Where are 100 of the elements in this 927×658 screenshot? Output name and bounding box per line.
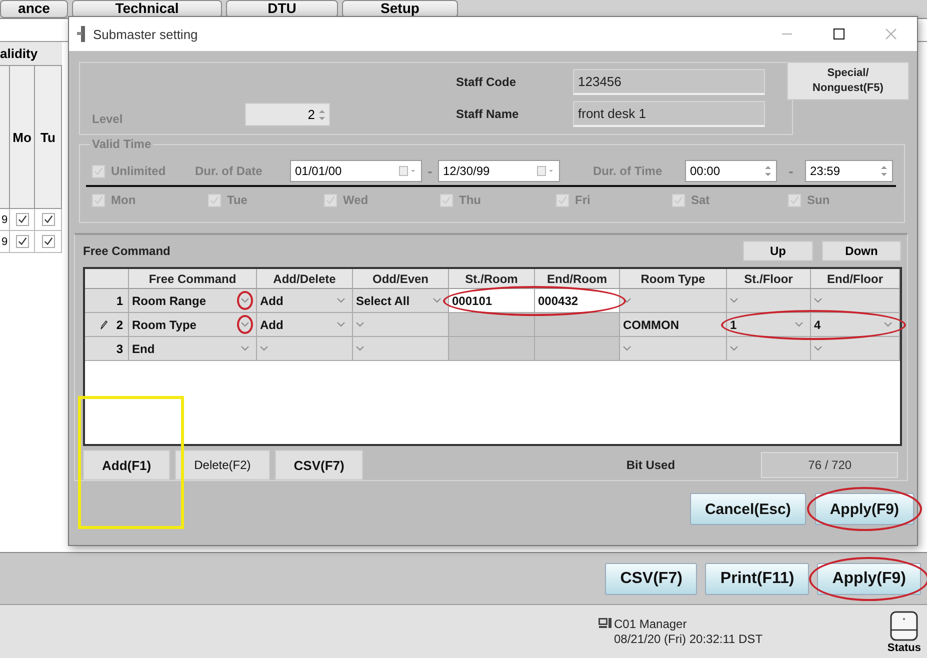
checkbox-label: Tue [227, 193, 248, 207]
toolbar-button[interactable]: Apply(F9) [817, 562, 921, 594]
column-header: St./Room [449, 269, 535, 289]
dropdown-cell[interactable] [727, 337, 811, 361]
bit-used-field: 76 / 720 [761, 452, 898, 478]
terminal-name: C01 Manager [614, 616, 688, 632]
dropdown-cell[interactable] [257, 337, 353, 361]
dropdown-cell[interactable] [727, 289, 811, 313]
input-cell[interactable]: 000432 [535, 289, 620, 313]
window-title: Submaster setting [93, 26, 198, 42]
chevron-down-icon [884, 322, 892, 327]
checkbox-label: Mon [111, 193, 136, 207]
range-dash: - [426, 163, 434, 179]
date-time: 08/21/20 (Fri) 20:32:11 DST [614, 632, 763, 646]
column-header: Add/Delete [257, 269, 353, 289]
checkbox[interactable] [42, 235, 54, 248]
calendar-icon[interactable] [399, 166, 417, 176]
chevron-down-icon [623, 298, 631, 303]
input-field[interactable]: front desk 1 [573, 101, 765, 127]
action-button[interactable]: Delete(F2) [175, 450, 270, 480]
column-header: End/Room [535, 269, 620, 289]
dropdown-cell[interactable]: End [129, 337, 257, 361]
action-button[interactable]: CSV(F7) [274, 450, 364, 480]
highlight-ellipse [237, 291, 253, 310]
up-button[interactable]: Up [743, 241, 813, 261]
panel-title: Free Command [83, 244, 170, 258]
column-header: Room Type [620, 269, 727, 289]
chevron-down-icon [730, 298, 738, 303]
dropdown-cell[interactable] [620, 337, 727, 361]
maximize-icon[interactable] [833, 28, 845, 40]
dropdown-cell[interactable] [353, 337, 449, 361]
checkbox[interactable] [16, 235, 28, 248]
row-number: 2 [116, 318, 123, 332]
chevron-down-icon [337, 322, 345, 327]
chevron-down-icon [433, 298, 441, 303]
tab[interactable]: ance [0, 0, 68, 18]
pencil-icon [100, 320, 108, 330]
range-dash: - [788, 163, 794, 179]
spinner-arrows-icon[interactable] [318, 108, 326, 122]
column-header: St./Floor [727, 269, 811, 289]
dropdown-cell[interactable]: Select All [353, 289, 449, 313]
input-field[interactable]: 123456 [573, 69, 765, 95]
spinner-arrows-icon[interactable] [764, 164, 772, 178]
chevron-down-icon [356, 322, 364, 327]
field-label: Dur. of Time [593, 164, 664, 178]
chevron-down-icon [356, 346, 364, 351]
field-label: Level [92, 112, 124, 126]
dropdown-cell[interactable]: 1 [727, 313, 811, 337]
chevron-down-icon [337, 298, 345, 303]
door-lock-icon [77, 26, 87, 42]
input-cell[interactable]: 000101 [449, 289, 535, 313]
dropdown-cell[interactable] [811, 337, 900, 361]
table-cell: 9 [0, 231, 10, 253]
group-legend: Valid Time [90, 137, 154, 151]
column-header: Tu [35, 66, 62, 209]
row-number: 1 [116, 294, 123, 308]
field-label: Bit Used [626, 458, 676, 472]
checkbox[interactable] [16, 213, 28, 226]
computer-icon [598, 616, 612, 628]
column-header: Free Command [129, 269, 257, 289]
chevron-down-icon [814, 298, 822, 303]
toolbar-button[interactable]: CSV(F7) [605, 562, 698, 594]
chevron-down-icon [795, 322, 803, 327]
dropdown-cell[interactable]: Room Type [129, 313, 257, 337]
table-header: alidity [0, 42, 62, 66]
down-button[interactable]: Down [822, 241, 901, 261]
field-label: Dur. of Date [195, 164, 264, 178]
column-header: Mo [10, 66, 35, 209]
status-label: Status [887, 642, 921, 654]
checkbox-label: Thu [459, 193, 481, 207]
spinner-arrows-icon[interactable] [880, 164, 888, 178]
row-number: 3 [116, 342, 123, 356]
dialog-button[interactable]: Cancel(Esc) [690, 493, 806, 525]
highlight-ellipse [237, 315, 253, 334]
table-cell: 9 [0, 209, 10, 231]
chevron-down-icon [814, 346, 822, 351]
chevron-down-icon [241, 298, 249, 303]
checkbox[interactable] [42, 213, 54, 226]
column-header: Odd/Even [353, 269, 449, 289]
dropdown-cell[interactable]: 4 [811, 313, 900, 337]
dropdown-cell[interactable] [811, 289, 900, 313]
calendar-icon[interactable] [537, 166, 555, 176]
toolbar-button[interactable]: Print(F11) [705, 562, 810, 594]
dialog-button[interactable]: Apply(F9) [814, 493, 914, 525]
special-button[interactable]: Special/ Nonguest(F5) [787, 62, 909, 100]
dropdown-cell[interactable]: Room Range [129, 289, 257, 313]
chevron-down-icon [241, 322, 249, 327]
field-label: Staff Name [456, 107, 520, 121]
table-cell: COMMON [620, 313, 727, 337]
checkbox-label: Wed [343, 193, 368, 207]
dropdown-cell[interactable]: Add [257, 313, 353, 337]
close-icon[interactable] [885, 28, 897, 40]
field-label: Staff Code [456, 75, 517, 89]
dropdown-cell[interactable] [353, 313, 449, 337]
device-icon[interactable] [888, 610, 920, 642]
checkbox-label: Fri [575, 193, 590, 207]
checkbox-label: Sun [807, 193, 830, 207]
dropdown-cell[interactable] [620, 289, 727, 313]
action-button[interactable]: Add(F1) [83, 450, 170, 480]
dropdown-cell[interactable]: Add [257, 289, 353, 313]
